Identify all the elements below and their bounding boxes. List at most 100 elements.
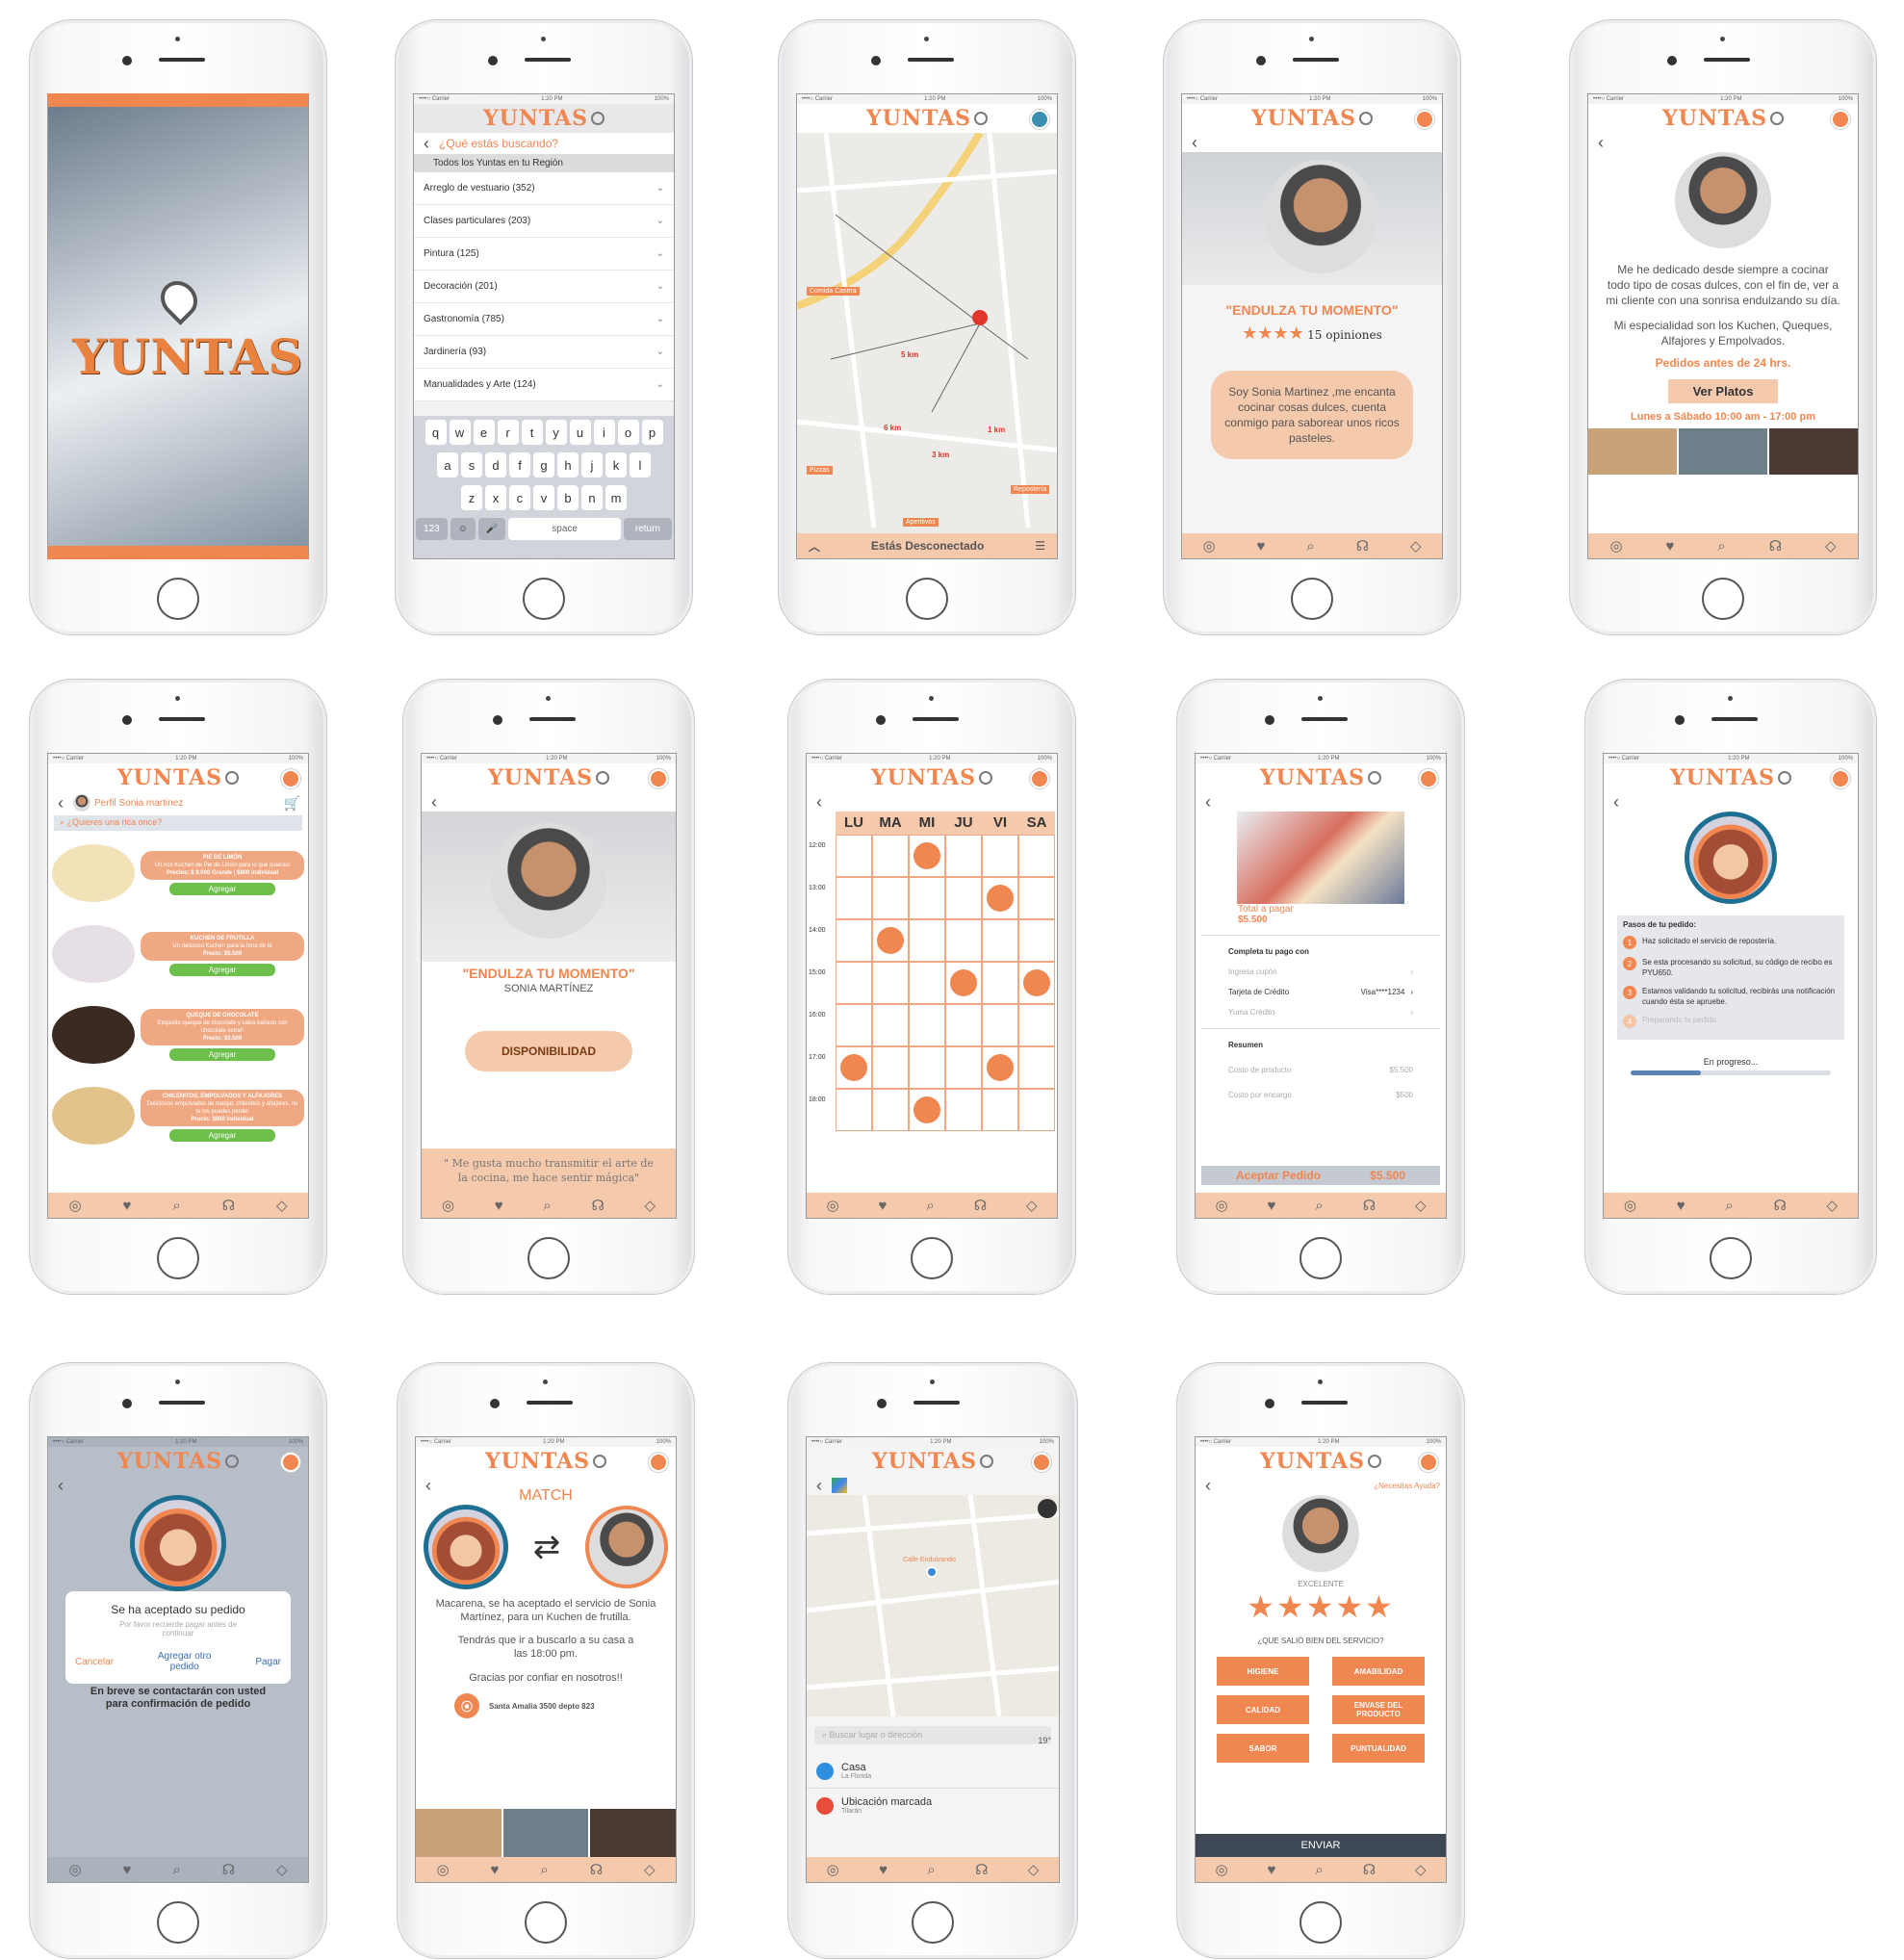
premium-tab-icon[interactable]: ◇ — [276, 1197, 288, 1214]
home-button[interactable] — [1299, 1901, 1342, 1944]
calendar-cell[interactable] — [909, 962, 945, 1004]
calendar-cell[interactable] — [872, 835, 909, 877]
calendar-cell[interactable] — [872, 1004, 909, 1046]
support-tab-icon[interactable]: ☊ — [1363, 1197, 1376, 1214]
view-dishes-button[interactable]: Ver Platos — [1668, 379, 1778, 403]
menu-search-input[interactable]: ⌕ ¿Quieres una rica once? — [54, 815, 302, 831]
home-button[interactable] — [157, 1237, 199, 1279]
home-tab-icon[interactable]: ◎ — [1215, 1861, 1227, 1878]
home-tab-icon[interactable]: ◎ — [1624, 1197, 1636, 1214]
calendar-cell[interactable] — [945, 877, 982, 919]
favorites-tab-icon[interactable]: ♥ — [1268, 1198, 1276, 1214]
premium-tab-icon[interactable]: ◇ — [1028, 1861, 1040, 1878]
mic-key-icon[interactable]: 🎤 — [477, 518, 506, 540]
marked-location[interactable]: Ubicación marcada Tilarán — [807, 1789, 1059, 1822]
send-button[interactable]: ENVIAR — [1196, 1834, 1446, 1857]
add-another-order-button[interactable]: Agregar otro pedido — [149, 1651, 220, 1672]
calendar-cell[interactable] — [836, 835, 872, 877]
keyboard-key[interactable]: c — [509, 485, 530, 510]
favorites-tab-icon[interactable]: ♥ — [1268, 1862, 1276, 1878]
search-tab-icon[interactable]: ⌕ — [1717, 538, 1725, 554]
keyboard-key[interactable]: p — [641, 420, 663, 445]
map-service-label[interactable]: Repostería — [1011, 485, 1050, 494]
calendar-cell[interactable] — [945, 1004, 982, 1046]
home-button[interactable] — [525, 1901, 567, 1944]
avatar[interactable] — [1831, 110, 1850, 129]
avatar[interactable] — [281, 1453, 300, 1472]
keyboard-key[interactable]: g — [533, 452, 554, 477]
home-button[interactable] — [911, 1237, 953, 1279]
pay-button[interactable]: Pagar — [255, 1657, 281, 1667]
home-button[interactable] — [1299, 1237, 1342, 1279]
support-tab-icon[interactable]: ☊ — [222, 1197, 235, 1214]
calendar-cell[interactable] — [909, 877, 945, 919]
calendar-cell[interactable] — [836, 962, 872, 1004]
home-button[interactable] — [157, 578, 199, 620]
map-service-label[interactable]: Pizzas — [807, 466, 833, 475]
category-item[interactable]: Gastronomía (785) ⌄ — [414, 303, 674, 336]
home-tab-icon[interactable]: ◎ — [1215, 1197, 1227, 1214]
calendar-cell[interactable] — [909, 1046, 945, 1089]
home-tab-icon[interactable]: ◎ — [1609, 537, 1622, 554]
avatar[interactable] — [649, 1453, 668, 1472]
premium-tab-icon[interactable]: ◇ — [1415, 1861, 1427, 1878]
profile-link[interactable]: Perfil Sonia martinez — [94, 798, 183, 809]
map-view[interactable] — [797, 133, 1058, 528]
available-slot[interactable] — [1023, 969, 1050, 996]
key-return[interactable]: return — [623, 518, 672, 540]
calendar-cell[interactable] — [872, 962, 909, 1004]
keyboard-key[interactable]: o — [617, 420, 639, 445]
key-123[interactable]: 123 — [416, 518, 448, 540]
available-slot[interactable] — [950, 969, 977, 996]
feedback-tag[interactable]: ENVASE DEL PRODUCTO — [1332, 1695, 1425, 1724]
saved-place-home[interactable]: Casa La Florida — [807, 1754, 1059, 1789]
category-item[interactable]: Arreglo de vestuario (352) ⌄ — [414, 172, 674, 205]
chevron-down-icon[interactable]: ⌄ — [656, 379, 664, 390]
back-icon[interactable]: ‹ — [48, 793, 73, 812]
premium-tab-icon[interactable]: ◇ — [1825, 537, 1837, 554]
search-tab-icon[interactable]: ⌕ — [926, 1198, 934, 1214]
premium-tab-icon[interactable]: ◇ — [1827, 1197, 1839, 1214]
search-tab-icon[interactable]: ⌕ — [1315, 1198, 1323, 1214]
location-search-input[interactable]: ⌕ Buscar lugar o dirección — [814, 1726, 1051, 1744]
home-button[interactable] — [906, 578, 948, 620]
home-tab-icon[interactable]: ◎ — [1202, 537, 1215, 554]
back-icon[interactable]: ‹ — [807, 792, 1057, 812]
home-button[interactable] — [1710, 1237, 1752, 1279]
back-icon[interactable]: ‹ — [1588, 133, 1858, 152]
back-icon[interactable]: ‹ — [414, 134, 439, 153]
chevron-down-icon[interactable]: ⌄ — [656, 183, 664, 193]
keyboard-key[interactable]: b — [557, 485, 579, 510]
premium-tab-icon[interactable]: ◇ — [1026, 1197, 1038, 1214]
favorites-tab-icon[interactable]: ♥ — [123, 1198, 132, 1214]
calendar-cell[interactable] — [872, 877, 909, 919]
home-button[interactable] — [912, 1901, 954, 1944]
search-tab-icon[interactable]: ⌕ — [1315, 1862, 1323, 1878]
back-icon[interactable]: ‹ — [1196, 792, 1446, 812]
calendar-cell[interactable] — [945, 919, 982, 962]
keyboard-key[interactable]: m — [605, 485, 627, 510]
home-tab-icon[interactable]: ◎ — [68, 1861, 81, 1878]
calendar-cell[interactable] — [945, 835, 982, 877]
credit-option[interactable]: Yuma Crédito › — [1228, 1002, 1413, 1022]
keyboard-key[interactable]: h — [557, 452, 579, 477]
favorites-tab-icon[interactable]: ♥ — [491, 1862, 500, 1878]
keyboard-key[interactable]: q — [425, 420, 447, 445]
feedback-tag[interactable]: CALIDAD — [1217, 1695, 1309, 1724]
pickup-address[interactable]: Santa Amalia 3500 depto 823 — [489, 1702, 595, 1711]
premium-tab-icon[interactable]: ◇ — [276, 1861, 288, 1878]
category-item[interactable]: Jardinería (93) ⌄ — [414, 336, 674, 369]
back-icon[interactable]: ‹ — [1604, 792, 1858, 812]
keyboard-key[interactable]: v — [533, 485, 554, 510]
home-button[interactable] — [527, 1237, 570, 1279]
feedback-tag[interactable]: HIGIENE — [1217, 1657, 1309, 1686]
list-icon[interactable]: ☰ — [1035, 539, 1045, 553]
keyboard-key[interactable]: j — [581, 452, 603, 477]
avatar[interactable] — [1030, 110, 1049, 129]
calendar-cell[interactable] — [909, 919, 945, 962]
calendar-cell[interactable] — [982, 1004, 1018, 1046]
category-item[interactable]: Manualidades y Arte (124) ⌄ — [414, 369, 674, 401]
support-tab-icon[interactable]: ☊ — [974, 1197, 987, 1214]
map-service-label[interactable]: Aperitivos — [903, 518, 939, 527]
support-tab-icon[interactable]: ☊ — [591, 1197, 604, 1214]
